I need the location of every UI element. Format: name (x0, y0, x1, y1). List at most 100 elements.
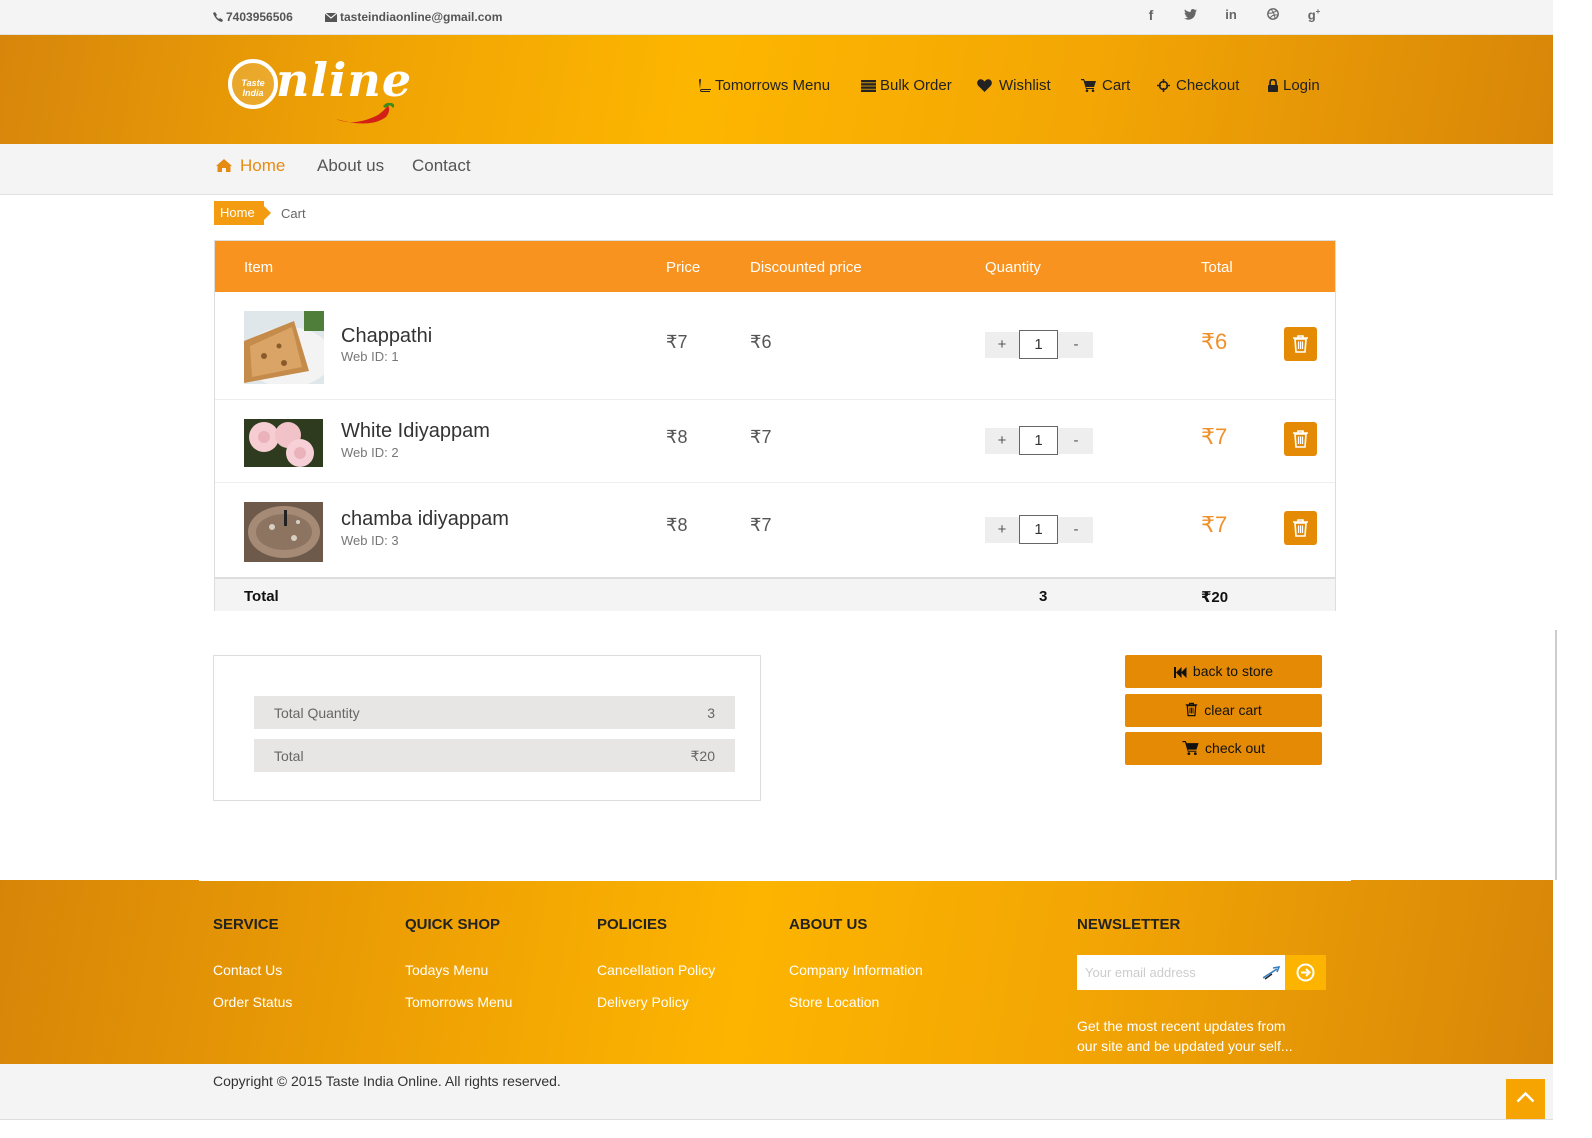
site-logo[interactable]: Taste India nline (226, 53, 411, 127)
logo-badge-text: Taste India (241, 78, 265, 98)
cart-total-row: Total 3 ₹20 (215, 577, 1335, 611)
table-row: Chappathi Web ID: 1 ₹7 ₹6 + - ₹6 (215, 292, 1335, 400)
product-image[interactable] (244, 419, 323, 467)
quantity-decrease-button[interactable]: - (1059, 517, 1093, 543)
dribbble-icon[interactable] (1263, 7, 1283, 23)
cart-table: Item Price Discounted price Quantity Tot… (214, 240, 1336, 611)
site-footer: SERVICE Contact Us Order Status QUICK SH… (0, 880, 1553, 1064)
linkedin-icon[interactable]: in (1221, 7, 1241, 22)
footer-quick-shop-title: QUICK SHOP (405, 916, 501, 933)
twitter-icon[interactable] (1180, 7, 1200, 23)
nav-checkout[interactable]: Checkout (1157, 77, 1239, 94)
footer-link-store-location[interactable]: Store Location (789, 994, 879, 1010)
arrow-circle-right-icon (1296, 963, 1315, 982)
google-plus-icon[interactable]: g+ (1304, 7, 1324, 22)
nav-wishlist[interactable]: Wishlist (977, 77, 1051, 94)
secondary-nav: Home About us Contact (0, 144, 1553, 195)
chili-icon (336, 103, 394, 124)
table-row: White Idiyappam Web ID: 2 ₹8 ₹7 + - ₹7 (215, 400, 1335, 483)
copyright-bar: Copyright © 2015 Taste India Online. All… (0, 1064, 1553, 1120)
product-price: ₹8 (666, 427, 688, 447)
newsletter-submit-button[interactable] (1285, 955, 1326, 990)
autofill-icon[interactable] (1263, 966, 1281, 980)
nav-bulk-order-label: Bulk Order (880, 77, 952, 94)
clear-cart-label: clear cart (1204, 702, 1262, 718)
email-contact: tasteindiaonline@gmail.com (324, 10, 503, 24)
nav-about-us[interactable]: About us (317, 156, 384, 176)
scroll-to-top-button[interactable] (1506, 1079, 1545, 1119)
footer-newsletter-title: NEWSLETTER (1077, 916, 1181, 933)
top-bar: 7403956506 tasteindiaonline@gmail.com f … (0, 0, 1553, 35)
clear-cart-button[interactable]: clear cart (1125, 694, 1322, 727)
product-name[interactable]: chamba idiyappam (341, 508, 509, 531)
nav-tomorrows-menu-label: Tomorrows Menu (715, 77, 831, 94)
cart-total-label: Total (244, 588, 279, 605)
product-image[interactable] (244, 311, 324, 384)
delete-item-button[interactable] (1284, 327, 1317, 361)
cart-icon (1081, 79, 1096, 92)
trash-icon (1293, 519, 1308, 537)
column-header-discounted-price: Discounted price (750, 259, 862, 276)
product-name[interactable]: Chappathi (341, 325, 432, 348)
nav-tomorrows-menu[interactable]: Tomorrows Menu (699, 77, 830, 94)
product-price: ₹8 (666, 515, 688, 535)
footer-link-company-information[interactable]: Company Information (789, 962, 923, 978)
column-header-quantity: Quantity (985, 259, 1041, 276)
column-header-item: Item (244, 259, 274, 276)
crosshairs-icon (1157, 79, 1170, 92)
product-name[interactable]: White Idiyappam (341, 420, 490, 443)
facebook-icon[interactable]: f (1141, 7, 1161, 23)
footer-link-tomorrows-menu[interactable]: Tomorrows Menu (405, 994, 512, 1010)
cart-icon (1182, 741, 1199, 755)
quantity-stepper: + - (985, 330, 1093, 359)
nav-cart-label: Cart (1102, 77, 1131, 94)
column-header-total: Total (1201, 259, 1233, 276)
cart-summary: Total Quantity 3 Total ₹20 (213, 655, 761, 801)
nav-login-label: Login (1283, 77, 1320, 94)
footer-divider (199, 879, 1351, 881)
summary-total-quantity: Total Quantity 3 (254, 696, 735, 729)
footer-link-delivery-policy[interactable]: Delivery Policy (597, 994, 689, 1010)
quantity-increase-button[interactable]: + (985, 332, 1019, 358)
logo-badge: Taste India (228, 59, 278, 109)
logo-text: nline (276, 53, 413, 107)
cart-table-header: Item Price Discounted price Quantity Tot… (215, 241, 1335, 292)
footer-link-cancellation-policy[interactable]: Cancellation Policy (597, 962, 715, 978)
delete-item-button[interactable] (1284, 422, 1317, 456)
email-address: tasteindiaonline@gmail.com (340, 10, 503, 24)
newsletter-description: Get the most recent updates from our sit… (1077, 1018, 1293, 1054)
quantity-decrease-button[interactable]: - (1059, 332, 1093, 358)
quantity-increase-button[interactable]: + (985, 517, 1019, 543)
check-out-button[interactable]: check out (1125, 732, 1322, 765)
nav-login[interactable]: Login (1268, 77, 1320, 94)
summary-total-quantity-value: 3 (707, 705, 715, 721)
footer-service-title: SERVICE (213, 916, 279, 933)
newsletter-email-input[interactable] (1077, 955, 1285, 990)
quantity-increase-button[interactable]: + (985, 428, 1019, 454)
nav-cart[interactable]: Cart (1081, 77, 1130, 94)
nav-bulk-order[interactable]: Bulk Order (861, 77, 952, 94)
footer-policies-title: POLICIES (597, 916, 668, 933)
quantity-decrease-button[interactable]: - (1059, 428, 1093, 454)
summary-total: Total ₹20 (254, 739, 735, 772)
footer-link-order-status[interactable]: Order Status (213, 994, 292, 1010)
quantity-input[interactable] (1019, 330, 1058, 359)
quantity-input[interactable] (1019, 426, 1058, 455)
nav-home[interactable]: Home (216, 156, 285, 176)
nav-wishlist-label: Wishlist (999, 77, 1051, 94)
line-total: ₹7 (1201, 424, 1228, 449)
footer-link-contact-us[interactable]: Contact Us (213, 962, 282, 978)
breadcrumb-home[interactable]: Home (214, 201, 271, 225)
product-image[interactable] (244, 502, 323, 562)
product-discounted-price: ₹6 (750, 332, 772, 352)
line-total: ₹6 (1201, 329, 1228, 354)
product-web-id: Web ID: 3 (341, 533, 399, 548)
heart-icon (977, 79, 992, 92)
quantity-input[interactable] (1019, 515, 1058, 544)
footer-link-todays-menu[interactable]: Todays Menu (405, 962, 488, 978)
cart-total-quantity: 3 (1039, 588, 1048, 605)
delete-item-button[interactable] (1284, 511, 1317, 545)
scrollbar-track[interactable] (1555, 630, 1557, 880)
back-to-store-button[interactable]: back to store (1125, 655, 1322, 688)
nav-contact[interactable]: Contact (412, 156, 471, 176)
